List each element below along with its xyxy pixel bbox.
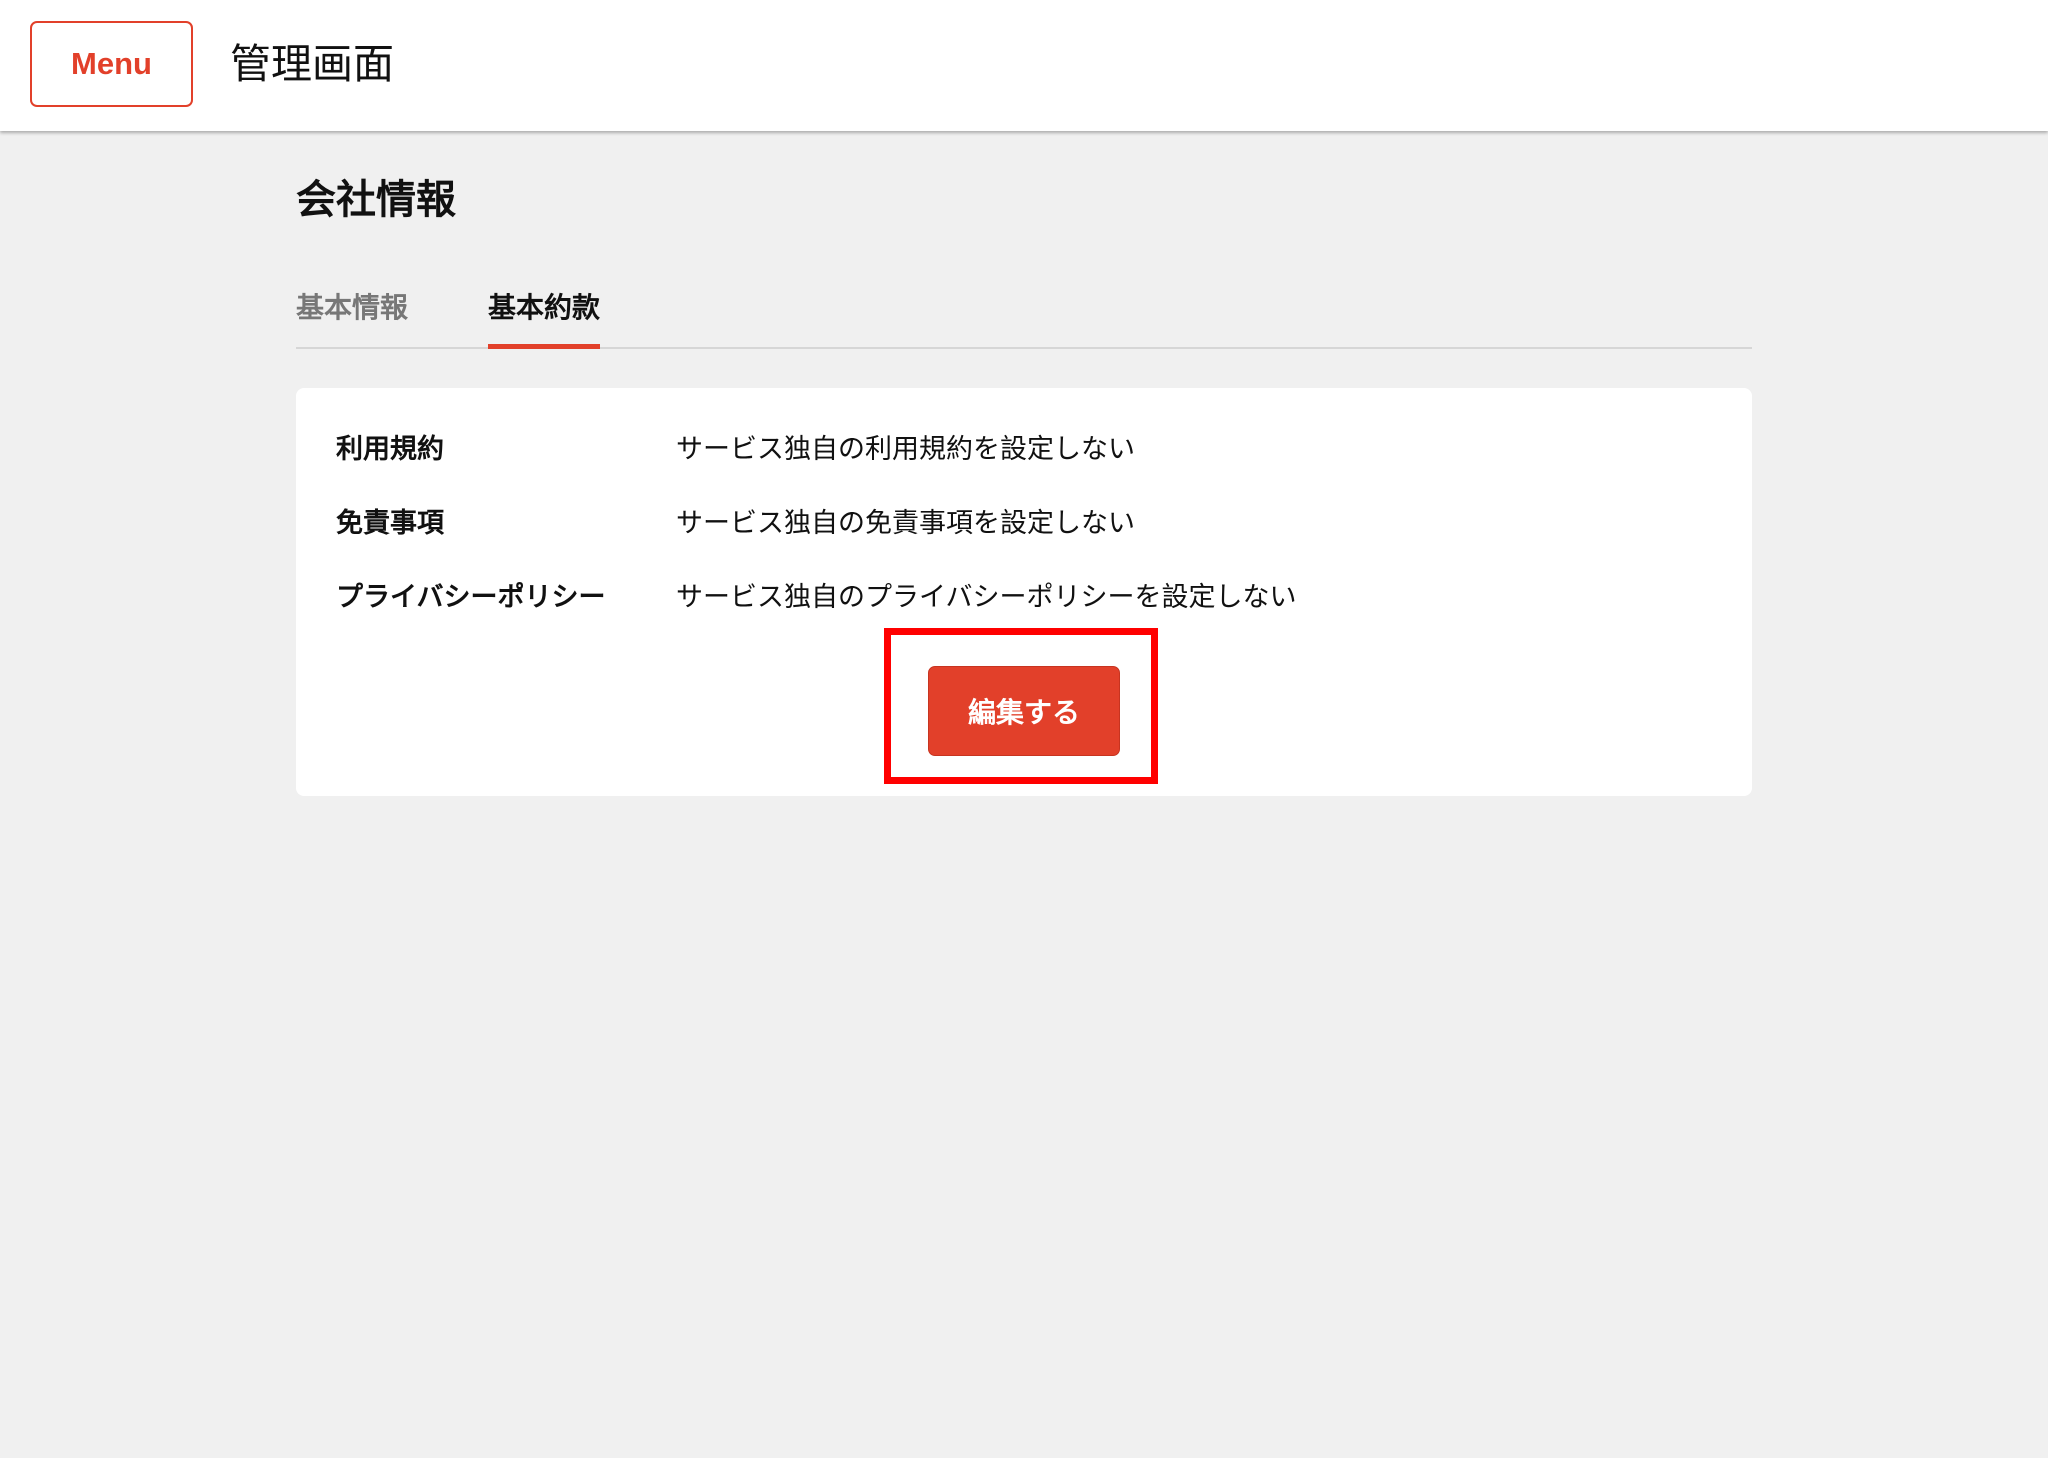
page-title: 会社情報 bbox=[296, 177, 456, 223]
header-bar: Menu 管理画面 bbox=[0, 0, 2048, 131]
row-value: サービス独自の利用規約を設定しない bbox=[676, 434, 1135, 465]
row-value: サービス独自のプライバシーポリシーを設定しない bbox=[676, 582, 1297, 613]
tab-basic-info[interactable]: 基本情報 bbox=[296, 285, 408, 345]
app-title: 管理画面 bbox=[230, 40, 394, 88]
row-label: 免責事項 bbox=[336, 508, 444, 539]
terms-row-terms-of-use: 利用規約 サービス独自の利用規約を設定しない bbox=[336, 428, 1716, 472]
row-label: プライバシーポリシー bbox=[336, 582, 606, 613]
menu-button[interactable]: Menu bbox=[30, 21, 193, 107]
row-label: 利用規約 bbox=[336, 434, 444, 465]
terms-row-disclaimer: 免責事項 サービス独自の免責事項を設定しない bbox=[336, 502, 1716, 546]
tab-basic-terms[interactable]: 基本約款 bbox=[488, 285, 601, 349]
terms-card: 利用規約 サービス独自の利用規約を設定しない 免責事項 サービス独自の免責事項を… bbox=[296, 388, 1752, 796]
row-value: サービス独自の免責事項を設定しない bbox=[676, 508, 1135, 539]
terms-row-privacy-policy: プライバシーポリシー サービス独自のプライバシーポリシーを設定しない bbox=[336, 576, 1716, 620]
edit-button[interactable]: 編集する bbox=[928, 666, 1120, 756]
tab-bar: 基本情報 基本約款 bbox=[296, 285, 1752, 349]
